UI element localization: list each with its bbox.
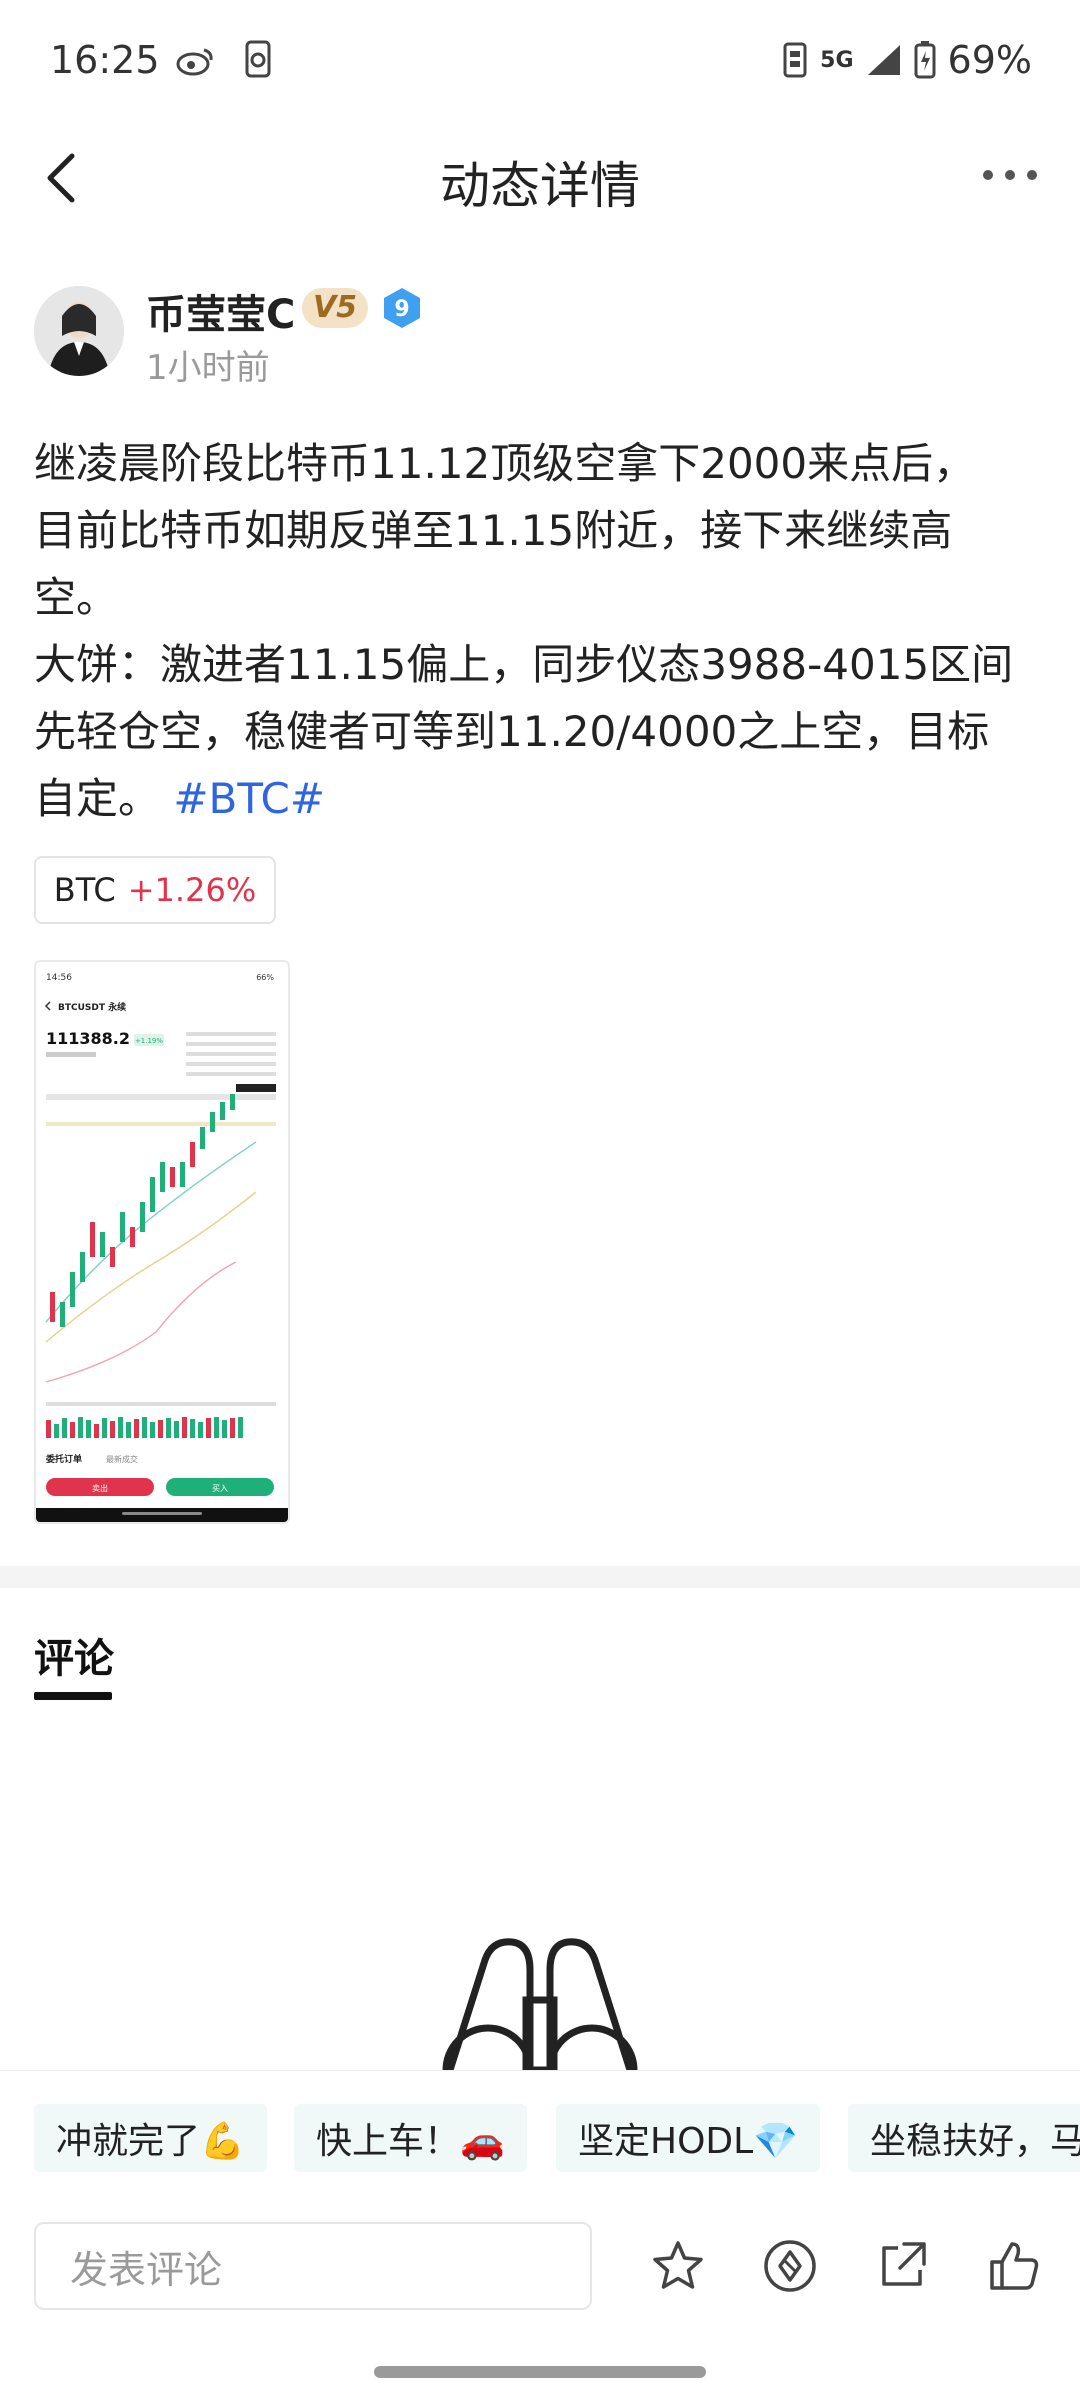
ticker-change: +1.26%: [127, 871, 257, 909]
section-divider: [0, 1566, 1080, 1588]
status-bar: 16:25 5G 69%: [0, 0, 1080, 130]
post-time: 1小时前: [146, 348, 270, 388]
comment-input[interactable]: 发表评论: [34, 2222, 592, 2310]
thumb-buy-button: 买入: [212, 1484, 228, 1493]
vibrate-icon: [783, 42, 807, 78]
thumb-battery: 66%: [256, 973, 274, 982]
battery-icon: [914, 41, 936, 79]
more-icon[interactable]: [980, 160, 1040, 190]
hashtag-link[interactable]: #BTC#: [173, 774, 325, 823]
thumb-sell-button: 卖出: [92, 1483, 108, 1493]
vip-badge: V5: [302, 288, 368, 328]
phone-sync-icon: [245, 40, 271, 78]
thumb-volume: [46, 1417, 243, 1438]
thumb-pair: BTCUSDT 永续: [58, 1001, 126, 1013]
signal-icon: [867, 45, 900, 75]
page-title: 动态详情: [440, 157, 640, 215]
tip-icon[interactable]: [762, 2238, 818, 2294]
status-time: 16:25: [50, 38, 160, 82]
thumb-orders-tab: 委托订单: [45, 1453, 82, 1465]
tab-comments[interactable]: 评论: [34, 1626, 114, 1684]
post-content: 继凌晨阶段比特币11.12顶级空拿下2000来点后， 目前比特币如期反弹至11.…: [34, 430, 1044, 832]
battery-level: 69%: [947, 38, 1032, 82]
thumb-candles: [45, 1084, 276, 1383]
avatar[interactable]: [34, 286, 124, 376]
quick-reply-2[interactable]: 快上车！🚗: [294, 2104, 527, 2172]
binoculars-icon: [442, 1938, 638, 2070]
home-indicator[interactable]: [374, 2366, 706, 2378]
author-name[interactable]: 币莹莹C: [146, 282, 295, 340]
quick-reply-3[interactable]: 坚定HODL💎: [556, 2104, 821, 2172]
post-text: 继凌晨阶段比特币11.12顶级空拿下2000来点后， 目前比特币如期反弹至11.…: [34, 439, 1014, 823]
share-icon[interactable]: [874, 2238, 930, 2294]
like-icon[interactable]: [986, 2238, 1042, 2294]
network-type: 5G: [820, 47, 854, 73]
star-icon[interactable]: [650, 2238, 706, 2294]
quick-reply-1[interactable]: 冲就完了💪: [34, 2104, 267, 2172]
quick-reply-4[interactable]: 坐稳扶好，马: [848, 2104, 1080, 2172]
thumb-price: 111388.2: [46, 1029, 130, 1048]
thumb-time: 14:56: [46, 973, 72, 983]
thumb-change: +1.19%: [135, 1037, 163, 1045]
thumb-latest-tab: 最新成交: [106, 1454, 138, 1464]
ticker-symbol: BTC: [53, 871, 116, 909]
post-image[interactable]: 14:56 66% BTCUSDT 永续 111388.2 +1.19% 委托订…: [34, 960, 290, 1524]
status-right: 5G 69%: [782, 38, 1032, 82]
level-number: 9: [394, 297, 409, 322]
weibo-icon: [176, 48, 213, 76]
ticker-chip[interactable]: BTC +1.26%: [34, 856, 276, 924]
level-badge-icon: 9: [384, 288, 420, 328]
tab-indicator: [34, 1692, 112, 1700]
